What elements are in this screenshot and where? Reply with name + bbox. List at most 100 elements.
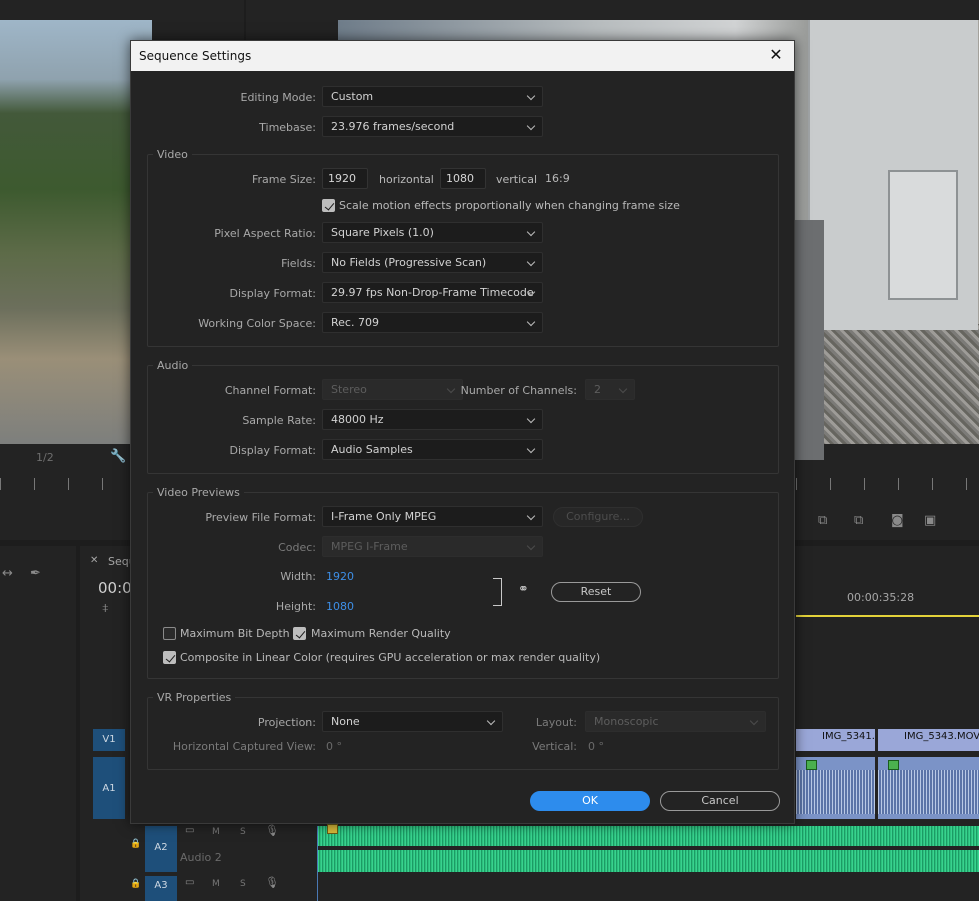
projection-label: Projection: [257,716,316,729]
track-a3-target[interactable]: A3 [145,876,177,901]
sample-rate-select[interactable]: 48000 Hz [322,409,543,430]
vr-properties-group [147,697,779,770]
video-previews-group-title: Video Previews [153,486,244,499]
scale-motion-label: Scale motion effects proportionally when… [339,199,680,212]
video-display-format-select[interactable]: 29.97 fps Non-Drop-Frame Timecode [322,282,543,303]
vertical-label: vertical [496,173,538,186]
track-a1-target[interactable]: A1 [93,757,125,819]
fx-badge-icon [888,760,899,770]
voiceover-icon[interactable]: ▭ [185,825,194,836]
max-bit-depth-checkbox[interactable] [163,627,176,640]
mute-button[interactable]: M [212,879,220,889]
track-v1-target[interactable]: V1 [93,729,125,751]
pen-icon[interactable]: ✒ [30,566,41,581]
preview-file-format-select[interactable]: I-Frame Only MPEG [322,506,543,527]
wrench-icon[interactable]: 🔧 [110,449,126,464]
preview-height-value[interactable]: 1080 [326,600,354,613]
frame-width-input[interactable]: 1920 [322,168,368,189]
timeline-timecode[interactable]: 00:0 [98,579,132,597]
audio-waveform [878,770,979,814]
number-of-channels-select[interactable]: 2 [585,379,635,400]
source-zoom-select[interactable]: 1/2 [36,451,54,464]
preview-file-format-label: Preview File Format: [205,511,316,524]
fields-label: Fields: [281,257,316,270]
editing-mode-select[interactable]: Custom [322,86,543,107]
reset-button[interactable]: Reset [551,582,641,602]
camera-icon[interactable]: ◙ [891,513,904,528]
compare-icon[interactable]: ▣ [924,513,936,528]
mute-button[interactable]: M [212,827,220,837]
linear-color-checkbox[interactable] [163,651,176,664]
fx-badge-icon [327,824,338,834]
channel-format-select[interactable]: Stereo [322,379,463,400]
track-a2-target[interactable]: A2 [145,826,177,872]
playhead-line[interactable] [317,826,318,901]
working-color-space-select[interactable]: Rec. 709 [322,312,543,333]
horizontal-captured-view-value[interactable]: 0 ° [326,740,342,753]
tools-panel [0,546,76,901]
linear-color-label: Composite in Linear Color (requires GPU … [180,651,601,664]
max-render-quality-checkbox[interactable] [293,627,306,640]
configure-button[interactable]: Configure... [553,507,643,527]
snap-icon[interactable]: ⧧ [102,601,109,616]
ripple-edit-icon[interactable]: ↔ [2,566,13,581]
number-of-channels-label: Number of Channels: [460,384,577,397]
scale-motion-checkbox[interactable] [322,199,335,212]
mic-icon[interactable]: 🎙 [265,876,279,889]
vr-properties-group-title: VR Properties [153,691,236,704]
link-icon[interactable]: ⚭ [518,582,529,597]
mic-icon[interactable]: 🎙 [265,824,279,837]
solo-button[interactable]: S [240,827,246,837]
preview-width-label: Width: [280,570,316,583]
work-area-bar [796,615,979,617]
solo-button[interactable]: S [240,879,246,889]
timebase-select[interactable]: 23.976 frames/second [322,116,543,137]
timebase-label: Timebase: [259,121,316,134]
audio-waveform [796,770,875,814]
editing-mode-label: Editing Mode: [240,91,317,104]
codec-select[interactable]: MPEG I-Frame [322,536,543,557]
close-icon[interactable]: ✕ [766,45,786,65]
layout-select[interactable]: Monoscopic [585,711,766,732]
max-bit-depth-label: Maximum Bit Depth [180,627,290,640]
fx-badge-icon [806,760,817,770]
preview-width-value[interactable]: 1920 [326,570,354,583]
frame-size-label: Frame Size: [251,173,316,186]
ok-button[interactable]: OK [530,791,650,811]
pixel-aspect-select[interactable]: Square Pixels (1.0) [322,222,543,243]
vertical-view-value[interactable]: 0 ° [588,740,604,753]
dimension-link-bracket [493,578,502,606]
source-ruler [0,478,130,490]
horizontal-label: horizontal [379,173,434,186]
lift-icon[interactable]: ⧉ [818,513,827,528]
layout-label: Layout: [535,716,577,729]
timeline-close-icon[interactable]: ✕ [90,555,98,566]
sample-rate-label: Sample Rate: [242,414,316,427]
audio2-track-name: Audio 2 [180,851,222,864]
channel-format-label: Channel Format: [224,384,316,397]
audio-waveform [318,850,979,872]
audio-group-title: Audio [153,359,193,372]
projection-select[interactable]: None [322,711,503,732]
aspect-ratio-value: 16:9 [545,172,570,185]
lock-icon[interactable]: 🔒 [130,839,141,849]
extract-icon[interactable]: ⧉ [854,513,863,528]
video-clip[interactable]: IMG_5341. [796,729,875,751]
audio-display-format-select[interactable]: Audio Samples [322,439,543,460]
preview-height-label: Height: [275,600,316,613]
ruler-timecode: 00:00:35:28 [847,591,915,604]
video-display-format-label: Display Format: [229,287,316,300]
cancel-button[interactable]: Cancel [660,791,780,811]
lock-icon[interactable]: 🔒 [130,879,141,889]
voiceover-icon[interactable]: ▭ [185,877,194,888]
pixel-aspect-label: Pixel Aspect Ratio: [214,227,316,240]
max-render-quality-label: Maximum Render Quality [311,627,451,640]
video-clip[interactable]: IMG_5343.MOV [V [878,729,979,751]
sequence-settings-dialog: Sequence Settings ✕ Editing Mode: Custom… [130,40,795,824]
fields-select[interactable]: No Fields (Progressive Scan) [322,252,543,273]
vertical-view-label: Vertical: [532,740,577,753]
audio-waveform [318,826,979,846]
program-ruler [796,478,979,490]
frame-height-input[interactable]: 1080 [440,168,486,189]
dialog-titlebar: Sequence Settings ✕ [131,41,794,71]
